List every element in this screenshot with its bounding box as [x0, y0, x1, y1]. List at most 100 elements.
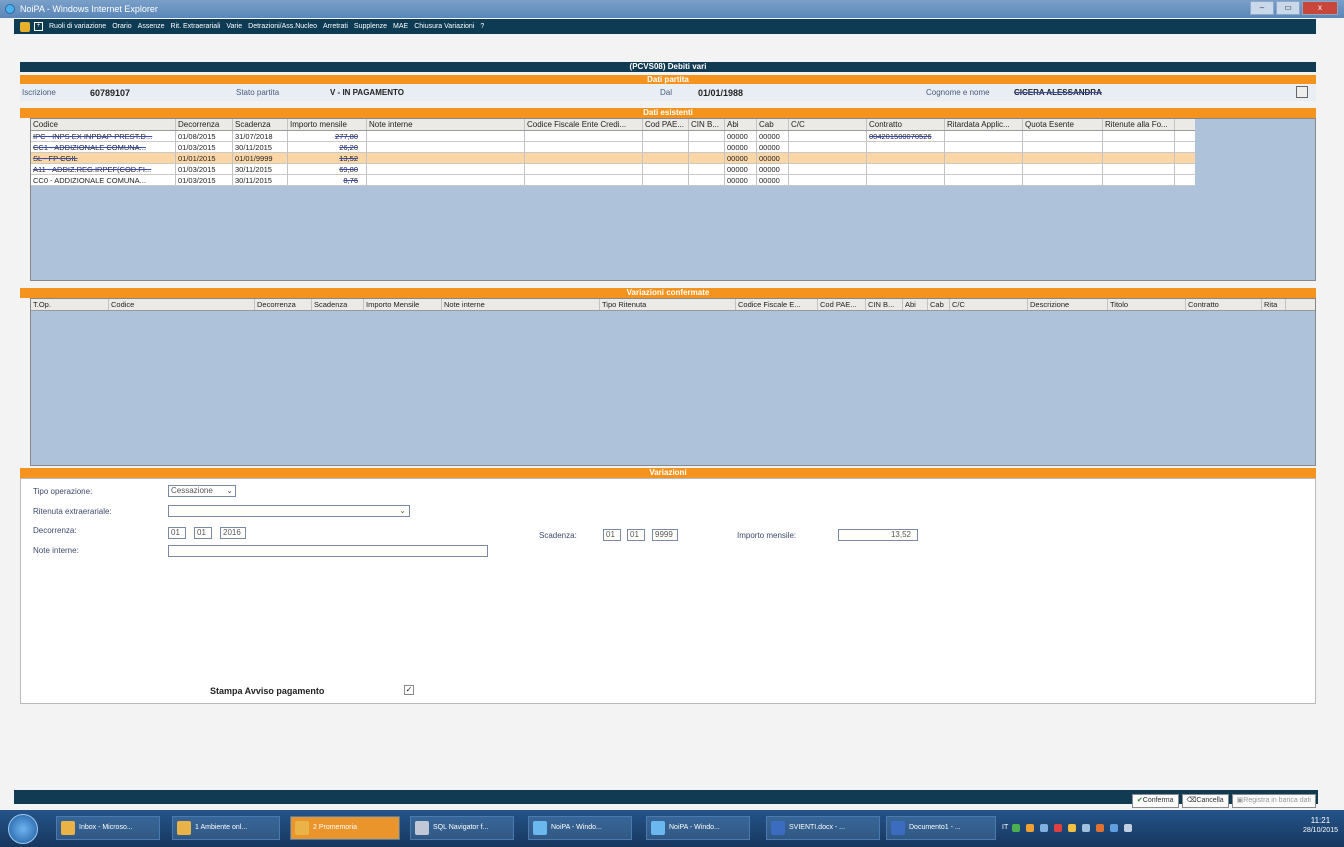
maximize-button[interactable]: ▭: [1276, 1, 1300, 15]
col-ritenute[interactable]: Ritenute alla Fo...: [1103, 119, 1175, 130]
tray-icon[interactable]: [1096, 824, 1104, 832]
col-rita[interactable]: Rita: [1262, 299, 1286, 310]
col-cab[interactable]: Cab: [757, 119, 789, 130]
col-top[interactable]: T.Op.: [31, 299, 109, 310]
col-titolo[interactable]: Titolo: [1108, 299, 1186, 310]
taskbar-item[interactable]: SQL Navigator f...: [410, 816, 514, 840]
volume-icon[interactable]: [1124, 824, 1132, 832]
note-input[interactable]: [168, 545, 488, 557]
col-abi[interactable]: Abi: [725, 119, 757, 130]
col-codice[interactable]: Codice: [31, 119, 176, 130]
tray-icon[interactable]: [1054, 824, 1062, 832]
cell-scadenza: 30/11/2015: [233, 164, 288, 174]
cell-cab: 00000: [757, 153, 789, 163]
tray-icon[interactable]: [1012, 824, 1020, 832]
tray-icon[interactable]: [1040, 824, 1048, 832]
decorrenza-year-input[interactable]: 2016: [220, 527, 246, 539]
taskbar-item[interactable]: SVIENTI.docx - ...: [766, 816, 880, 840]
registra-button[interactable]: ▣Registra in banca dati: [1231, 794, 1316, 808]
taskbar-item[interactable]: Inbox - Microso...: [56, 816, 160, 840]
home-icon[interactable]: [20, 21, 30, 32]
importo-input[interactable]: 13,52: [838, 529, 918, 541]
col-descrizione[interactable]: Descrizione: [1028, 299, 1108, 310]
menu-item-orario[interactable]: Orario: [112, 19, 131, 34]
calendar-icon[interactable]: [1296, 86, 1308, 98]
expand-icon[interactable]: +: [34, 22, 43, 31]
cancella-button[interactable]: ⌫Cancella: [1181, 794, 1229, 808]
menu-item-mae[interactable]: MAE: [393, 19, 408, 34]
cell-cc: [789, 131, 867, 141]
col-codpae[interactable]: Cod PAE...: [643, 119, 689, 130]
scadenza-year-input[interactable]: 9999: [652, 529, 678, 541]
decorrenza-month-input[interactable]: 01: [194, 527, 212, 539]
cell-note: [367, 175, 525, 185]
conferma-button[interactable]: ✔Conferma: [1131, 794, 1179, 808]
menu-item-assenze[interactable]: Assenze: [138, 19, 165, 34]
col-importo[interactable]: Importo Mensile: [364, 299, 442, 310]
menu-item-chiusura[interactable]: Chiusura Variazioni: [414, 19, 474, 34]
stampa-avviso-checkbox[interactable]: ✓: [404, 685, 414, 695]
col-contratto[interactable]: Contratto: [1186, 299, 1262, 310]
menu-item-detrazioni[interactable]: Detrazioni/Ass.Nucleo: [248, 19, 317, 34]
menu-item-varie[interactable]: Varie: [226, 19, 242, 34]
minimize-button[interactable]: –: [1250, 1, 1274, 15]
tray-icon[interactable]: [1068, 824, 1076, 832]
col-cab[interactable]: Cab: [928, 299, 950, 310]
col-cin[interactable]: CIN B...: [689, 119, 725, 130]
tipo-operazione-select[interactable]: Cessazione ⌄: [168, 485, 236, 497]
tray-icon[interactable]: [1082, 824, 1090, 832]
col-scadenza[interactable]: Scadenza: [312, 299, 364, 310]
taskbar-item[interactable]: Documento1 - ...: [886, 816, 996, 840]
col-contratto[interactable]: Contratto: [867, 119, 945, 130]
col-codfisc[interactable]: Codice Fiscale Ente Credi...: [525, 119, 643, 130]
language-indicator[interactable]: IT: [1002, 824, 1008, 831]
network-icon[interactable]: [1110, 824, 1118, 832]
scadenza-month-input[interactable]: 01: [627, 529, 645, 541]
scadenza-day-input[interactable]: 01: [603, 529, 621, 541]
clock[interactable]: 11:21 28/10/2015: [1303, 816, 1338, 836]
taskbar-item[interactable]: NoiPA - Windo...: [646, 816, 750, 840]
menu-item-rit-extraerariali[interactable]: Rit. Extraerariali: [171, 19, 221, 34]
taskbar-item[interactable]: NoiPA - Windo...: [528, 816, 632, 840]
menu-item-arretrati[interactable]: Arretrati: [323, 19, 348, 34]
col-importo[interactable]: Importo mensile: [288, 119, 367, 130]
menu-item-help[interactable]: ?: [480, 19, 484, 34]
col-cc[interactable]: C/C: [950, 299, 1028, 310]
col-tipo-ritenuta[interactable]: Tipo Ritenuta: [600, 299, 736, 310]
table-row[interactable]: CC0 - ADDIZIONALE COMUNA... 01/03/2015 3…: [31, 175, 1195, 186]
col-ritardata[interactable]: Ritardata Applic...: [945, 119, 1023, 130]
cell-quota: [1023, 164, 1103, 174]
table-row-selected[interactable]: SL - FP CGIL 01/01/2015 01/01/9999 13,52…: [31, 153, 1195, 164]
menu-item-ruoli[interactable]: Ruoli di variazione: [49, 19, 106, 34]
col-codpae[interactable]: Cod PAE...: [818, 299, 866, 310]
col-decorrenza[interactable]: Decorrenza: [176, 119, 233, 130]
col-cin[interactable]: CIN B...: [866, 299, 903, 310]
taskbar: Inbox - Microso... 1 Ambiente onl... 2 P…: [0, 810, 1344, 847]
table-row[interactable]: IPC - INPS EX INPDAP-PREST.D... 01/08/20…: [31, 131, 1195, 142]
col-cc[interactable]: C/C: [789, 119, 867, 130]
stato-value: V - IN PAGAMENTO: [330, 88, 404, 97]
col-scadenza[interactable]: Scadenza: [233, 119, 288, 130]
start-button[interactable]: [8, 814, 38, 844]
col-abi[interactable]: Abi: [903, 299, 928, 310]
decorrenza-day-input[interactable]: 01: [168, 527, 186, 539]
col-decorrenza[interactable]: Decorrenza: [255, 299, 312, 310]
menu-item-supplenze[interactable]: Supplenze: [354, 19, 387, 34]
col-note[interactable]: Note interne: [367, 119, 525, 130]
close-button[interactable]: x: [1302, 1, 1338, 15]
table-row[interactable]: A11 - ADDIZ.REG.IRPEF(COD.FI... 01/03/20…: [31, 164, 1195, 175]
col-codice[interactable]: Codice: [109, 299, 255, 310]
decorrenza-label: Decorrenza:: [33, 526, 77, 535]
cell-note: [367, 131, 525, 141]
taskbar-item[interactable]: 1 Ambiente onl...: [172, 816, 280, 840]
table-row[interactable]: CC1 - ADDIZIONALE COMUNA... 01/03/2015 3…: [31, 142, 1195, 153]
ritenuta-select[interactable]: ⌄: [168, 505, 410, 517]
window-title: NoiPA - Windows Internet Explorer: [20, 4, 158, 14]
cell-decorrenza: 01/01/2015: [176, 153, 233, 163]
taskbar-item-active[interactable]: 2 Promemoria: [290, 816, 400, 840]
col-note[interactable]: Note interne: [442, 299, 600, 310]
action-buttons: ✔Conferma ⌫Cancella ▣Registra in banca d…: [1131, 794, 1316, 808]
tray-icon[interactable]: [1026, 824, 1034, 832]
col-codfisc[interactable]: Codice Fiscale E...: [736, 299, 818, 310]
col-quota[interactable]: Quota Esente: [1023, 119, 1103, 130]
